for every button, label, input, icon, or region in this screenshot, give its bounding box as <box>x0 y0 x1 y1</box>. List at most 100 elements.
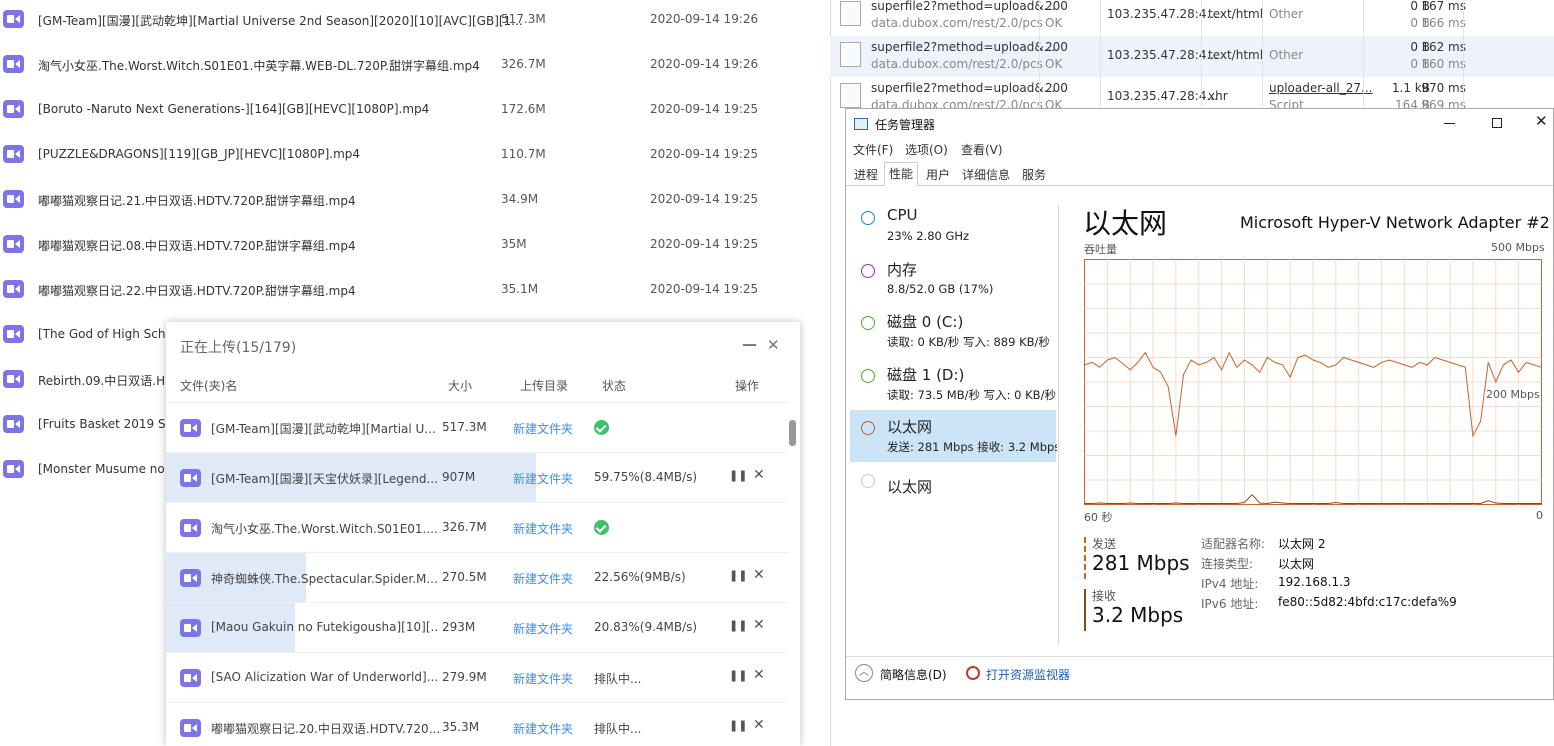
perf-item-name: 以太网 <box>887 418 933 436</box>
upload-target-folder[interactable]: 新建文件夹 <box>513 420 573 437</box>
cancel-icon[interactable]: ✕ <box>753 567 765 583</box>
file-name[interactable]: 嘟嘟猫观察日记.22.中日双语.HDTV.720P.甜饼字幕组.mp4 <box>38 282 356 299</box>
pause-icon[interactable]: ❚❚ <box>729 669 747 682</box>
file-row[interactable]: [Boruto -Naruto Next Generations-][164][… <box>0 94 830 139</box>
perf-item-name: CPU <box>887 206 918 224</box>
file-name[interactable]: Rebirth.09.中日双语.HD <box>38 372 174 389</box>
perf-sidebar-item[interactable]: 磁盘 1 (D:) 读取: 73.5 MB/秒 写入: 0 KB/秒 <box>850 358 1056 410</box>
perf-item-name: 以太网 <box>887 477 933 496</box>
resource-monitor-link[interactable]: 打开资源监视器 <box>986 666 1070 683</box>
brief-info-link[interactable]: 简略信息(D) <box>880 666 947 683</box>
column-divider <box>1363 0 1364 108</box>
request-type: text/html <box>1208 48 1264 62</box>
menu-view[interactable]: 查看(V) <box>961 141 1003 158</box>
file-name[interactable]: [The God of High School <box>38 327 184 341</box>
tab-services[interactable]: 服务 <box>1018 164 1050 185</box>
upload-file-size: 279.9M <box>442 670 487 684</box>
file-name[interactable]: 嘟嘟猫观察日记.21.中日双语.HDTV.720P.甜饼字幕组.mp4 <box>38 192 356 209</box>
detail-key: IPv6 地址: <box>1201 597 1259 611</box>
upload-row[interactable]: [GM-Team][国漫][天宝伏妖录][Legend... 907M 新建文件夹 5… <box>166 453 788 503</box>
success-check-icon <box>594 520 609 535</box>
upload-row[interactable]: [Maou Gakuin no Futekigousha][10][... 293… <box>166 603 788 653</box>
upload-row[interactable]: 嘟嘟猫观察日记.20.中日双语.HDTV.720... 35.3M 新建文件夹 排队中… <box>166 703 788 746</box>
tab-processes[interactable]: 进程 <box>850 164 882 185</box>
file-row[interactable]: [GM-Team][国漫][武动乾坤][Martial Universe 2nd… <box>0 4 830 49</box>
upload-target-folder[interactable]: 新建文件夹 <box>513 620 573 637</box>
file-date: 2020-09-14 19:26 <box>650 12 759 26</box>
close-button[interactable]: ✕ <box>767 336 780 354</box>
file-name[interactable]: [Boruto -Naruto Next Generations-][164][… <box>38 102 429 116</box>
request-name[interactable]: superfile2?method=upload&... <box>871 81 1055 95</box>
window-minimize-icon[interactable] <box>1444 123 1455 124</box>
video-file-icon <box>3 325 24 343</box>
column-divider <box>1201 0 1202 108</box>
perf-heading: 以太网 <box>1083 207 1168 240</box>
file-row[interactable]: 嘟嘟猫观察日记.08.中日双语.HDTV.720P.甜饼字幕组.mp4 35M 20… <box>0 229 830 274</box>
task-manager-window: 任务管理器 ✕ 文件(F) 选项(O) 查看(V) 进程 性能 用户 详细信息 … <box>845 108 1554 700</box>
perf-status-icon <box>861 368 875 383</box>
pause-icon[interactable]: ❚❚ <box>729 469 747 482</box>
upload-row[interactable]: 淘气小女巫.The.Worst.Witch.S01E01.... 326.7M 新建… <box>166 503 788 553</box>
perf-sidebar-item[interactable]: 内存 8.8/52.0 GB (17%) <box>850 253 1056 305</box>
initiator[interactable]: Other <box>1269 7 1303 21</box>
window-maximize-icon[interactable] <box>1492 118 1502 128</box>
upload-row[interactable]: [SAO Alicization War of Underworld]... 27… <box>166 653 788 703</box>
file-name[interactable]: [Monster Musume no Oi <box>38 462 181 476</box>
pause-icon[interactable]: ❚❚ <box>729 569 747 582</box>
upload-target-folder[interactable]: 新建文件夹 <box>513 570 573 587</box>
column-divider <box>1100 0 1101 108</box>
minimize-button[interactable]: — <box>742 335 757 353</box>
file-row[interactable]: 淘气小女巫.The.Worst.Witch.S01E01.中英字幕.WEB-DL… <box>0 49 830 94</box>
window-close-icon[interactable]: ✕ <box>1535 112 1548 130</box>
pause-icon[interactable]: ❚❚ <box>729 719 747 732</box>
upload-target-folder[interactable]: 新建文件夹 <box>513 670 573 687</box>
perf-sidebar-item[interactable]: CPU 23% 2.80 GHz <box>850 200 1056 252</box>
request-name[interactable]: superfile2?method=upload&... <box>871 0 1055 13</box>
throughput-label: 吞吐量 <box>1084 243 1117 256</box>
upload-row[interactable]: [GM-Team][国漫][武动乾坤][Martial U... 517.3M 新建… <box>166 403 788 453</box>
tab-details[interactable]: 详细信息 <box>958 164 1014 185</box>
video-file-icon <box>3 280 24 298</box>
cancel-icon[interactable]: ✕ <box>753 467 765 483</box>
collapse-icon[interactable]: ︿ <box>855 664 873 682</box>
upload-target-folder[interactable]: 新建文件夹 <box>513 470 573 487</box>
file-row[interactable]: [PUZZLE&DRAGONS][119][GB_JP][HEVC][1080P… <box>0 139 830 184</box>
perf-item-name: 磁盘 0 (C:) <box>887 313 964 331</box>
header-ops: 操作 <box>735 379 760 393</box>
perf-status-icon <box>861 263 875 278</box>
scrollbar-thumb[interactable] <box>789 420 796 446</box>
initiator[interactable]: uploader-all_27... <box>1269 81 1372 95</box>
request-name[interactable]: superfile2?method=upload&... <box>871 40 1055 54</box>
pause-icon[interactable]: ❚❚ <box>729 619 747 632</box>
file-row[interactable]: 嘟嘟猫观察日记.22.中日双语.HDTV.720P.甜饼字幕组.mp4 35.1M… <box>0 274 830 319</box>
perf-item-detail: 读取: 0 KB/秒 写入: 889 KB/秒 <box>887 335 1050 349</box>
header-dir: 上传目录 <box>520 379 569 393</box>
file-name[interactable]: [Fruits Basket 2019 S2] <box>38 417 178 431</box>
tab-users[interactable]: 用户 <box>922 164 954 185</box>
upload-file-name: [GM-Team][国漫][天宝伏妖录][Legend... <box>211 472 438 486</box>
file-name[interactable]: [GM-Team][国漫][武动乾坤][Martial Universe 2nd… <box>38 12 523 29</box>
menu-options[interactable]: 选项(O) <box>905 141 948 158</box>
cancel-icon[interactable]: ✕ <box>753 617 765 633</box>
perf-sidebar-item[interactable]: 以太网 <box>850 463 1056 515</box>
cancel-icon[interactable]: ✕ <box>753 717 765 733</box>
video-file-icon <box>180 419 201 437</box>
network-request-row[interactable]: superfile2?method=upload&... data.dubox.c… <box>830 0 1554 36</box>
initiator[interactable]: Other <box>1269 48 1303 62</box>
upload-target-folder[interactable]: 新建文件夹 <box>513 520 573 537</box>
video-file-icon <box>3 10 24 28</box>
perf-sidebar-item[interactable]: 磁盘 0 (C:) 读取: 0 KB/秒 写入: 889 KB/秒 <box>850 305 1056 357</box>
perf-sidebar-item[interactable]: 以太网 发送: 281 Mbps 接收: 3.2 Mbps <box>850 410 1057 462</box>
file-name[interactable]: 嘟嘟猫观察日记.08.中日双语.HDTV.720P.甜饼字幕组.mp4 <box>38 237 356 254</box>
upload-row[interactable]: 神奇蜘蛛侠.The.Spectacular.Spider.M... 270.5M 新… <box>166 553 788 603</box>
upload-target-folder[interactable]: 新建文件夹 <box>513 720 573 737</box>
status-code: 200 <box>1045 81 1068 95</box>
cancel-icon[interactable]: ✕ <box>753 667 765 683</box>
file-row[interactable]: 嘟嘟猫观察日记.21.中日双语.HDTV.720P.甜饼字幕组.mp4 34.9M… <box>0 184 830 229</box>
video-file-icon <box>180 569 201 587</box>
file-name[interactable]: 淘气小女巫.The.Worst.Witch.S01E01.中英字幕.WEB-DL… <box>38 57 480 74</box>
network-request-row[interactable]: superfile2?method=upload&... data.dubox.c… <box>830 36 1554 77</box>
tab-performance[interactable]: 性能 <box>884 162 919 186</box>
file-name[interactable]: [PUZZLE&DRAGONS][119][GB_JP][HEVC][1080P… <box>38 147 360 161</box>
menu-file[interactable]: 文件(F) <box>853 141 893 158</box>
